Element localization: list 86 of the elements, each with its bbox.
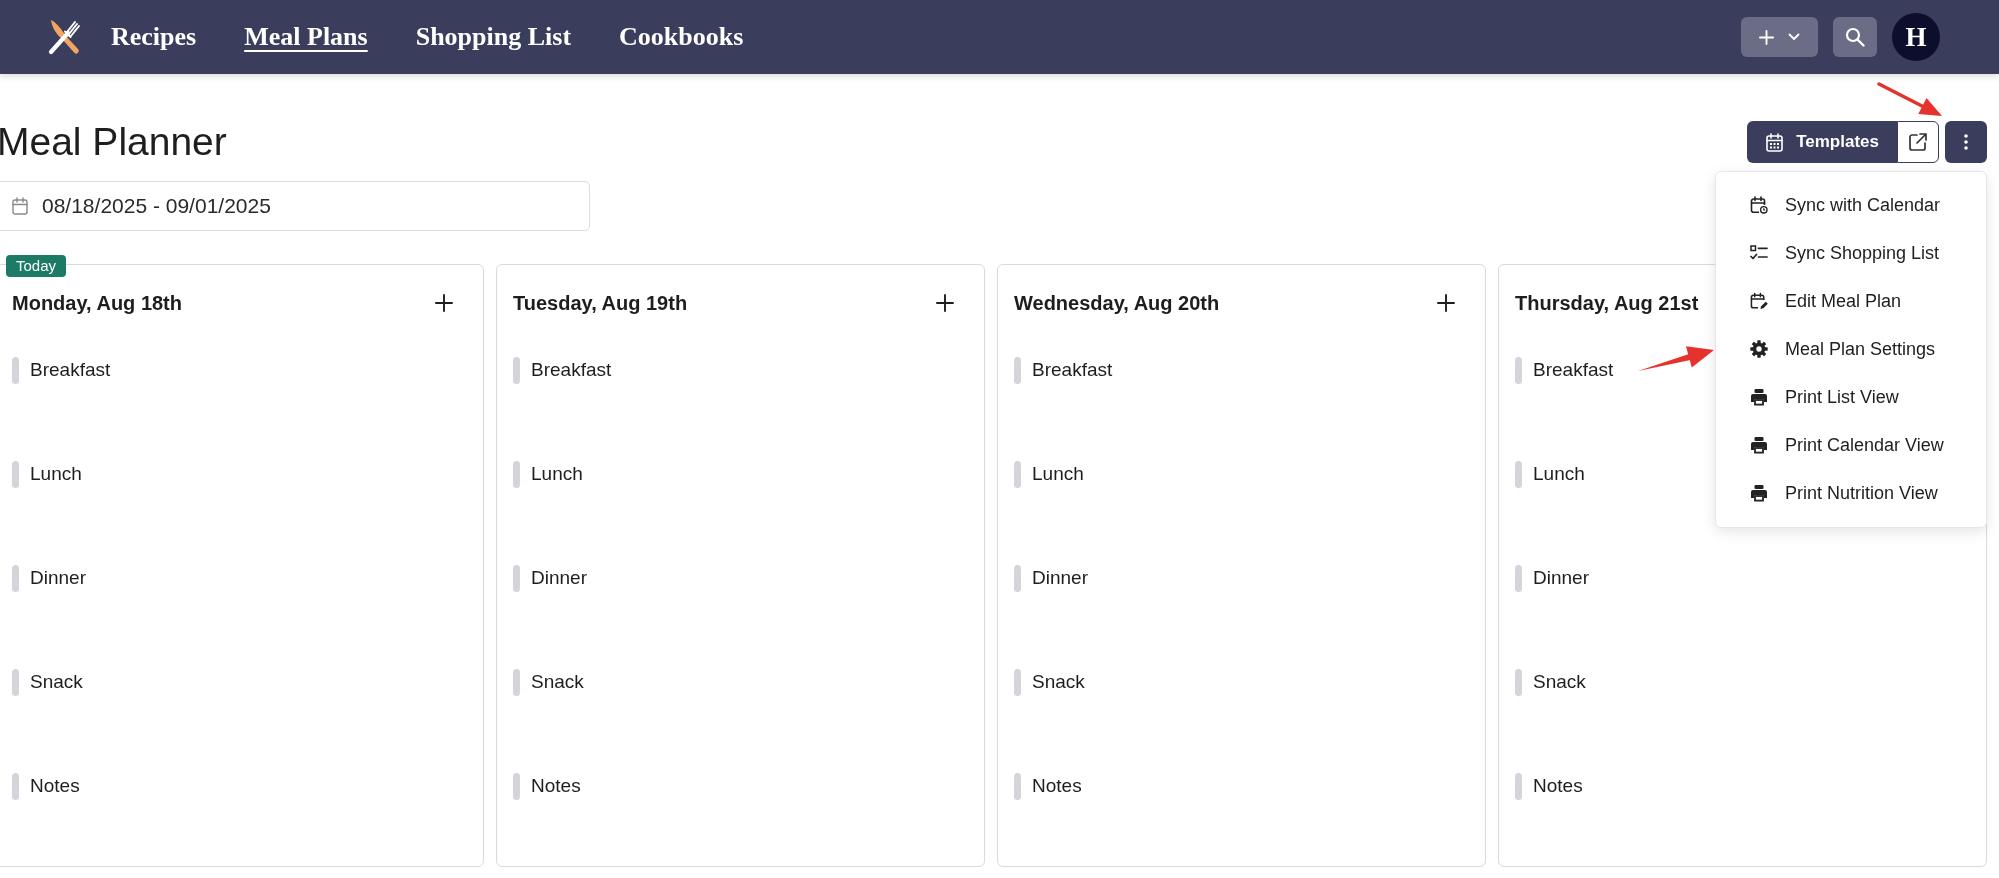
meal-section-label: Dinner (30, 567, 86, 589)
printer-icon (1750, 436, 1768, 454)
today-badge: Today (6, 255, 67, 277)
date-range-field[interactable]: 08/18/2025 - 09/01/2025 (0, 181, 590, 231)
meal-section-label: Notes (30, 775, 80, 797)
chevron-down-icon (1788, 33, 1800, 41)
checklist-icon (1750, 244, 1768, 262)
open-external-button[interactable] (1897, 121, 1939, 163)
meal-section-label: Snack (1533, 671, 1586, 693)
vertical-bar-icon (513, 564, 520, 592)
menu-item[interactable]: Print List View (1716, 373, 1986, 421)
meal-section-label: Dinner (531, 567, 587, 589)
day-title: Monday, Aug 18th (12, 291, 182, 315)
add-meal-button[interactable] (435, 294, 453, 312)
meal-section-label: Notes (531, 775, 581, 797)
create-button[interactable] (1741, 17, 1818, 57)
annotation-arrow (1877, 82, 1944, 118)
plus-icon (1759, 29, 1774, 45)
printer-icon (1750, 484, 1768, 502)
meal-section-label: Lunch (1533, 463, 1585, 485)
external-link-icon (1909, 133, 1927, 151)
search-icon (1845, 27, 1865, 47)
vertical-bar-icon (513, 772, 520, 800)
nav-link[interactable]: Meal Plans (244, 22, 368, 52)
vertical-bar-icon (1014, 668, 1021, 696)
page-title: Meal Planner (0, 119, 227, 165)
menu-item[interactable]: Edit Meal Plan (1716, 277, 1986, 325)
search-button[interactable] (1833, 17, 1877, 57)
meal-section-label: Lunch (30, 463, 82, 485)
meal-section-label: Breakfast (30, 359, 111, 381)
vertical-dots-icon (1964, 134, 1968, 150)
vertical-bar-icon (513, 460, 520, 488)
add-meal-button[interactable] (1437, 294, 1455, 312)
vertical-bar-icon (1014, 460, 1021, 488)
vertical-bar-icon (12, 356, 19, 384)
meal-section-label: Snack (531, 671, 584, 693)
meal-section-label: Dinner (1032, 567, 1088, 589)
add-meal-button[interactable] (936, 294, 954, 312)
calendar-clock-icon (1750, 196, 1768, 214)
meal-section-label: Breakfast (1533, 359, 1614, 381)
more-options-button[interactable] (1945, 121, 1987, 163)
vertical-bar-icon (1014, 564, 1021, 592)
day-title: Thursday, Aug 21st (1515, 291, 1699, 315)
meal-section-label: Notes (1032, 775, 1082, 797)
vertical-bar-icon (12, 564, 19, 592)
calendar-icon (1766, 132, 1784, 152)
menu-item[interactable]: Print Calendar View (1716, 421, 1986, 469)
vertical-bar-icon (1014, 356, 1021, 384)
plus-icon (936, 294, 954, 312)
vertical-bar-icon (1515, 564, 1522, 592)
templates-button[interactable]: Templates (1747, 121, 1897, 163)
vertical-bar-icon (513, 668, 520, 696)
nav-link[interactable]: Shopping List (415, 22, 572, 52)
plus-icon (435, 294, 453, 312)
vertical-bar-icon (1515, 460, 1522, 488)
vertical-bar-icon (1515, 668, 1522, 696)
vertical-bar-icon (12, 460, 19, 488)
day-title: Wednesday, Aug 20th (1014, 291, 1220, 315)
vertical-bar-icon (1515, 356, 1522, 384)
vertical-bar-icon (1515, 772, 1522, 800)
meal-section-label: Lunch (531, 463, 583, 485)
menu-item[interactable]: Print Nutrition View (1716, 469, 1986, 517)
menu-item[interactable]: Sync with Calendar (1716, 181, 1986, 229)
meal-section-label: Dinner (1533, 567, 1589, 589)
nav-link[interactable]: Cookbooks (619, 22, 744, 52)
meal-section-label: Lunch (1032, 463, 1084, 485)
meal-section-label: Notes (1533, 775, 1583, 797)
vertical-bar-icon (12, 772, 19, 800)
printer-icon (1750, 388, 1768, 406)
menu-item[interactable]: Meal Plan Settings (1716, 325, 1986, 373)
vertical-bar-icon (12, 668, 19, 696)
vertical-bar-icon (513, 356, 520, 384)
meal-section-label: Snack (30, 671, 83, 693)
meal-section-label: Snack (1032, 671, 1085, 693)
meal-section-label: Breakfast (531, 359, 612, 381)
nav-link[interactable]: Recipes (111, 22, 197, 52)
calendar-pencil-icon (1750, 292, 1768, 310)
fork-and-knife-icon[interactable] (46, 18, 82, 56)
vertical-bar-icon (1014, 772, 1021, 800)
user-avatar[interactable]: H (1892, 13, 1940, 61)
plus-icon (1437, 294, 1455, 312)
gear-icon (1750, 340, 1768, 358)
day-title: Tuesday, Aug 19th (513, 291, 688, 315)
meal-section-label: Breakfast (1032, 359, 1113, 381)
menu-item[interactable]: Sync Shopping List (1716, 229, 1986, 277)
calendar-icon (12, 197, 28, 215)
